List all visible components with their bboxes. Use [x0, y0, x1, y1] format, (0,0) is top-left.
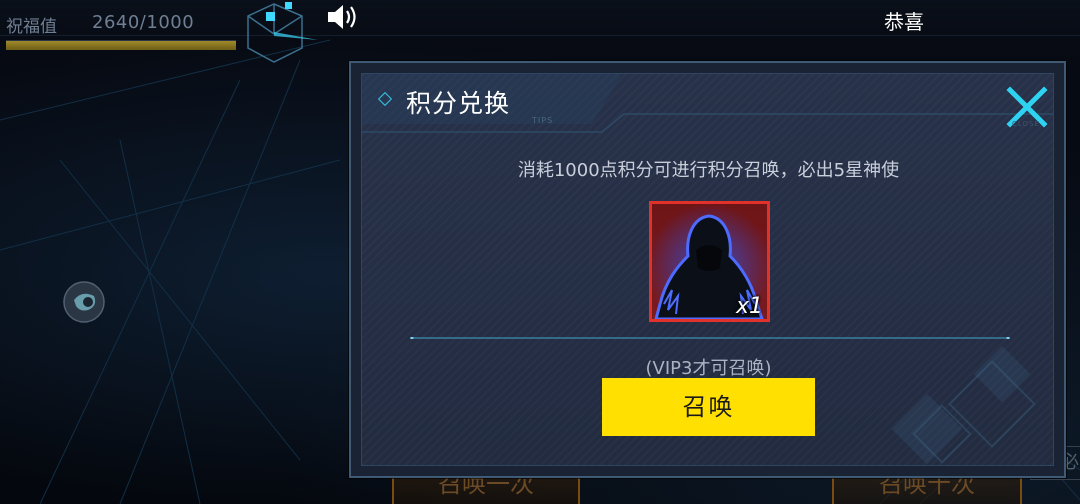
dialog-description: 消耗1000点积分可进行积分召唤，必出5星神使	[517, 160, 900, 181]
speaker-icon[interactable]	[326, 2, 360, 32]
dialog-body: 积分兑换 TIPS CLOSE 消耗1000点积分可进行积分召唤，必出5星神使	[361, 73, 1054, 466]
blessing-progress-fill	[6, 41, 236, 50]
blessing-progress-bar	[6, 40, 236, 50]
orb-icon[interactable]	[62, 280, 106, 324]
reward-count: x1	[735, 294, 763, 319]
game-screen: 祝福值 2640/1000 恭喜 召唤一次 召唤十次 必 积分兑换 TIPS C…	[0, 0, 1080, 504]
blessing-value: 2640/1000	[92, 12, 195, 33]
cube-icon[interactable]	[240, 0, 320, 72]
dialog-title-bar: 积分兑换 TIPS	[362, 74, 1053, 132]
divider-line	[410, 337, 1010, 339]
congrats-message: 恭喜	[884, 10, 924, 34]
tips-tag: TIPS	[532, 116, 554, 125]
blessing-label: 祝福值	[6, 17, 57, 37]
title-diamond-icon	[377, 91, 393, 107]
summon-button[interactable]: 召唤	[602, 378, 815, 436]
dialog-title: 积分兑换	[406, 89, 511, 118]
vip-requirement-note: (VIP3才可召唤)	[645, 358, 772, 379]
points-exchange-dialog: 积分兑换 TIPS CLOSE 消耗1000点积分可进行积分召唤，必出5星神使	[349, 61, 1066, 478]
reward-item[interactable]: x1	[649, 201, 770, 322]
close-tag: CLOSE	[1012, 120, 1040, 128]
